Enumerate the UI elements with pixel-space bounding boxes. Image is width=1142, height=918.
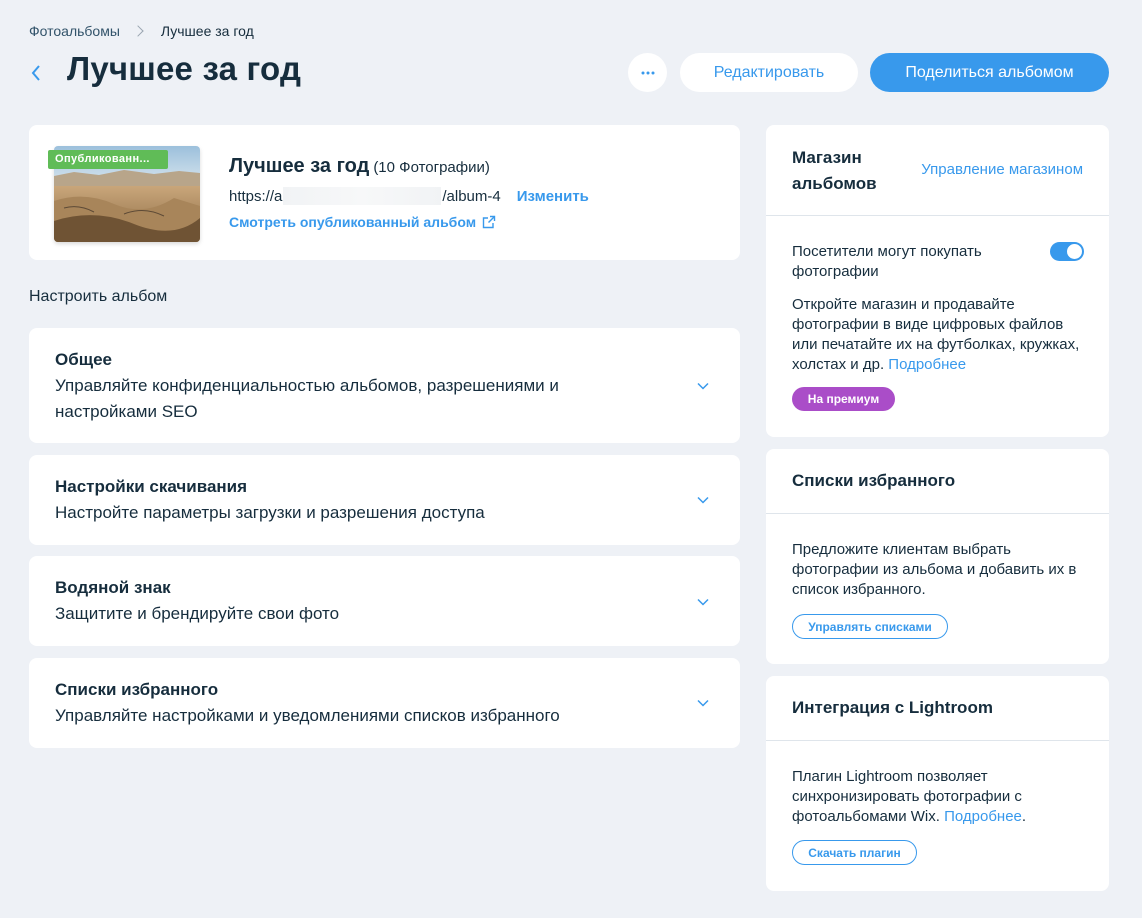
manage-store-link[interactable]: Управление магазином xyxy=(921,161,1083,178)
chevron-down-icon xyxy=(697,382,709,390)
photo-count: (10 Фотографии) xyxy=(373,159,490,176)
lightroom-title: Интеграция с Lightroom xyxy=(792,698,993,717)
album-card: Опубликованн... Лучшее за год (10 Фотогра… xyxy=(29,125,740,260)
album-title: Лучшее за год xyxy=(229,155,370,177)
chevron-down-icon xyxy=(697,496,709,504)
manage-lists-button[interactable]: Управлять списками xyxy=(792,614,948,639)
back-button[interactable] xyxy=(27,61,45,85)
accordion-description: Настройте параметры загрузки и разрешени… xyxy=(55,503,485,522)
chevron-right-icon xyxy=(132,25,144,37)
more-icon xyxy=(641,71,654,74)
accordion-title: Настройки скачивания xyxy=(55,477,248,496)
accordion-general[interactable]: Общее Управляйте конфиденциальностью аль… xyxy=(29,328,740,443)
accordion-title: Списки избранного xyxy=(55,680,219,699)
album-name: Лучшее за год (10 Фотографии) xyxy=(229,155,490,178)
album-url-suffix: /album-4 xyxy=(442,187,501,205)
store-learn-more-link[interactable]: Подробнее xyxy=(888,356,966,373)
share-album-button[interactable]: Поделиться альбомом xyxy=(870,53,1109,92)
divider xyxy=(766,740,1109,741)
download-plugin-button[interactable]: Скачать плагин xyxy=(792,840,917,865)
url-blurred-segment xyxy=(283,187,442,205)
breadcrumb: Фотоальбомы Лучшее за год xyxy=(29,21,254,41)
buy-photos-label: Посетители могут покупать фотографии xyxy=(792,243,982,280)
favorites-panel: Списки избранного Предложите клиентам вы… xyxy=(766,449,1109,664)
breadcrumb-current: Лучшее за год xyxy=(160,23,254,39)
accordion-title: Водяной знак xyxy=(55,578,171,597)
external-link-icon xyxy=(482,215,496,229)
accordion-favorites-lists[interactable]: Списки избранного Управляйте настройками… xyxy=(29,658,740,748)
album-store-panel: Магазин альбомов Управление магазином По… xyxy=(766,125,1109,437)
lightroom-description: Плагин Lightroom позволяет синхронизиров… xyxy=(792,767,1092,827)
album-url-prefix: https://a xyxy=(229,187,283,205)
accordion-description: Управляйте конфиденциальностью альбомов,… xyxy=(55,376,559,421)
album-url: https://a /album-4 Изменить xyxy=(229,187,589,205)
favorites-description: Предложите клиентам выбрать фотографии и… xyxy=(792,541,1077,598)
favorites-title: Списки избранного xyxy=(792,471,956,490)
accordion-download-settings[interactable]: Настройки скачивания Настройте параметры… xyxy=(29,455,740,545)
view-published-album-link[interactable]: Смотреть опубликованный альбом xyxy=(229,214,496,230)
customize-album-heading: Настроить альбом xyxy=(29,288,168,305)
divider xyxy=(766,215,1109,216)
accordion-description: Управляйте настройками и уведомлениями с… xyxy=(55,706,560,725)
view-published-album-label: Смотреть опубликованный альбом xyxy=(229,214,477,230)
lightroom-panel: Интеграция с Lightroom Плагин Lightroom … xyxy=(766,676,1109,891)
divider xyxy=(766,513,1109,514)
accordion-watermark[interactable]: Водяной знак Защитите и брендируйте свои… xyxy=(29,556,740,646)
accordion-title: Общее xyxy=(55,350,112,369)
upgrade-premium-button[interactable]: На премиум xyxy=(792,387,895,411)
toggle-knob xyxy=(1067,244,1082,259)
lightroom-learn-more-link[interactable]: Подробнее xyxy=(944,808,1022,825)
breadcrumb-parent-link[interactable]: Фотоальбомы xyxy=(29,23,120,39)
album-store-title: Магазин альбомов xyxy=(792,148,877,193)
store-description: Откройте магазин и продавайте фотографии… xyxy=(792,295,1092,375)
page-title: Лучшее за год xyxy=(67,50,302,87)
edit-button[interactable]: Редактировать xyxy=(680,53,858,92)
buy-photos-toggle[interactable] xyxy=(1050,242,1084,261)
chevron-down-icon xyxy=(697,598,709,606)
accordion-description: Защитите и брендируйте свои фото xyxy=(55,604,340,623)
published-badge: Опубликованн... xyxy=(48,150,168,169)
chevron-left-icon xyxy=(31,65,40,81)
lightroom-period: . xyxy=(1021,808,1027,825)
more-actions-button[interactable] xyxy=(628,53,667,92)
chevron-down-icon xyxy=(697,699,709,707)
change-url-link[interactable]: Изменить xyxy=(517,188,589,205)
